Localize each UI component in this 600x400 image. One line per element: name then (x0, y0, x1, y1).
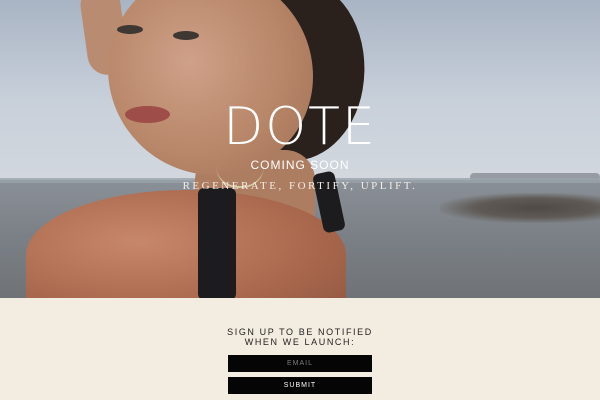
signup-title-line-1: SIGN UP TO BE NOTIFIED (227, 327, 373, 337)
submit-button[interactable]: SUBMIT (228, 377, 372, 394)
left-eye (117, 25, 143, 34)
tagline: REGENERATE, FORTIFY, UPLIFT. (182, 180, 418, 192)
signup-title-line-2: WHEN WE LAUNCH: (244, 337, 356, 347)
right-eye (173, 31, 199, 40)
rocky-shore (440, 193, 600, 223)
signup-title: SIGN UP TO BE NOTIFIED WHEN WE LAUNCH: (0, 327, 600, 347)
hero-section: DOTE COMING SOON REGENERATE, FORTIFY, UP… (0, 0, 600, 298)
swimsuit-strap (198, 188, 236, 298)
coming-soon-text: COMING SOON (250, 158, 350, 172)
brand-logo: DOTE (223, 97, 377, 157)
email-input[interactable] (228, 355, 372, 372)
